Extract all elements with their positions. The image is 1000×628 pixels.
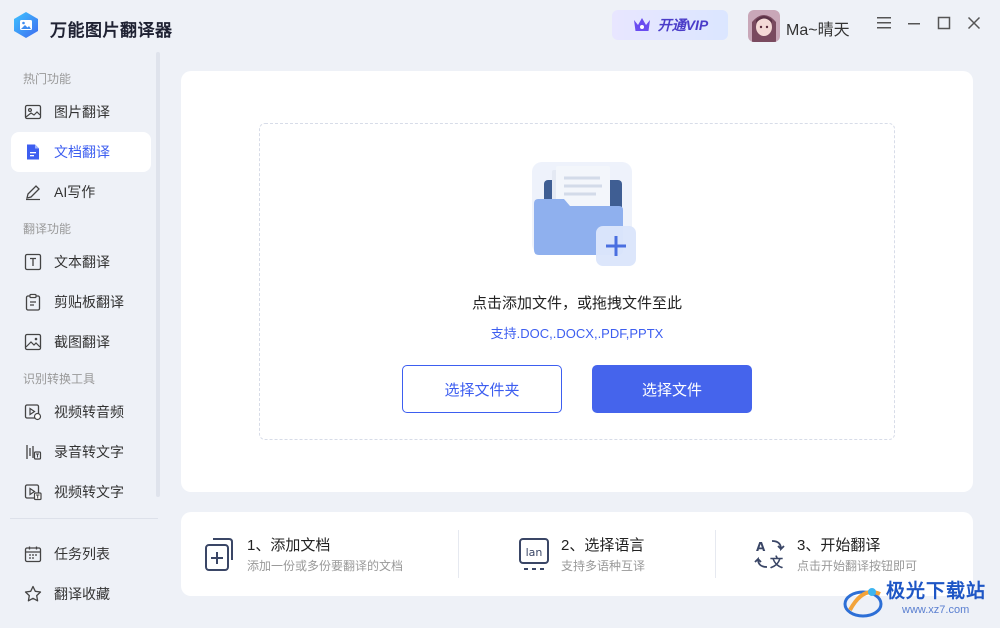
title-bar: 万能图片翻译器 开通VIP Ma~晴天 <box>0 0 1000 52</box>
sidebar-item-label: 任务列表 <box>54 546 110 562</box>
hamburger-icon <box>877 17 891 29</box>
video-audio-icon <box>24 403 42 421</box>
app-logo-icon <box>14 12 38 38</box>
app-title: 万能图片翻译器 <box>50 21 173 40</box>
section-label-translate: 翻译功能 <box>23 222 72 236</box>
add-document-icon <box>205 538 233 571</box>
section-label-tools: 识别转换工具 <box>23 372 96 386</box>
watermark-logo-icon <box>843 588 883 618</box>
language-icon: lan <box>519 538 549 570</box>
open-vip-button[interactable]: 开通VIP <box>612 10 728 40</box>
sidebar-item-ai-writing[interactable]: AI写作 <box>11 172 151 212</box>
maximize-button[interactable] <box>933 12 955 34</box>
svg-text:文: 文 <box>770 555 784 571</box>
document-icon <box>24 143 42 161</box>
step-add-document: 1、添加文档 添加一份或多份要翻译的文档 <box>203 512 433 596</box>
sidebar-item-screenshot-translate[interactable]: 截图翻译 <box>11 322 151 362</box>
sidebar-item-image-translate[interactable]: 图片翻译 <box>11 92 151 132</box>
avatar-image <box>748 10 780 42</box>
star-icon <box>24 585 42 603</box>
image-icon <box>24 103 42 121</box>
folder-add-icon <box>532 162 636 266</box>
sidebar-item-clipboard-translate[interactable]: 剪贴板翻译 <box>11 282 151 322</box>
minimize-icon <box>908 23 920 25</box>
sidebar-scrollbar[interactable] <box>156 52 160 497</box>
minimize-button[interactable] <box>903 12 925 34</box>
translate-icon: A 文 <box>754 540 785 571</box>
sidebar-item-text-translate[interactable]: 文本翻译 <box>11 242 151 282</box>
language-icon-text: lan <box>526 546 543 559</box>
sidebar-item-label: 视频转音频 <box>54 404 124 420</box>
step-title: 3、开始翻译 <box>797 537 881 554</box>
close-button[interactable] <box>963 12 985 34</box>
sidebar-divider <box>10 518 158 519</box>
section-label-hot: 热门功能 <box>23 72 72 86</box>
svg-text:A: A <box>756 540 766 554</box>
select-file-button[interactable]: 选择文件 <box>592 365 752 413</box>
sidebar-item-label: AI写作 <box>54 184 96 200</box>
step-select-language: lan 2、选择语言 支持多语种互译 <box>517 512 717 596</box>
step-desc: 添加一份或多份要翻译的文档 <box>247 559 404 573</box>
sidebar-item-label: 文档翻译 <box>54 144 110 160</box>
video-text-icon <box>24 483 42 501</box>
sidebar-item-label: 录音转文字 <box>54 444 124 460</box>
pen-icon <box>24 183 42 201</box>
screenshot-icon <box>24 333 42 351</box>
recording-icon <box>24 443 42 461</box>
sidebar-item-label: 视频转文字 <box>54 484 124 500</box>
select-folder-button[interactable]: 选择文件夹 <box>402 365 562 413</box>
sidebar-item-task-list[interactable]: 任务列表 <box>11 534 151 574</box>
sidebar-item-video-to-text[interactable]: 视频转文字 <box>11 472 151 512</box>
sidebar-item-label: 文本翻译 <box>54 254 110 270</box>
sidebar-item-label: 翻译收藏 <box>54 586 110 602</box>
watermark-title: 极光下载站 <box>886 581 987 602</box>
watermark: 极光下载站 www.xz7.com <box>842 574 998 626</box>
sidebar-item-favorites[interactable]: 翻译收藏 <box>11 574 151 614</box>
sidebar: 热门功能 图片翻译 文档翻译 AI写作 翻译功能 文本翻译 剪贴板翻译 截图翻译… <box>0 52 162 628</box>
text-icon <box>24 253 42 271</box>
step-desc: 点击开始翻译按钮即可 <box>797 559 918 573</box>
step-title: 1、添加文档 <box>247 537 331 554</box>
step-desc: 支持多语种互译 <box>561 559 646 573</box>
file-drop-zone[interactable]: 点击添加文件，或拖拽文件至此 支持.DOC,.DOCX,.PDF,PPTX 选择… <box>259 123 895 440</box>
sidebar-item-document-translate[interactable]: 文档翻译 <box>11 132 151 172</box>
clipboard-icon <box>24 293 42 311</box>
sidebar-item-video-to-audio[interactable]: 视频转音频 <box>11 392 151 432</box>
username[interactable]: Ma~晴天 <box>786 16 850 40</box>
calendar-icon <box>24 545 42 563</box>
menu-button[interactable] <box>873 12 895 34</box>
close-icon <box>967 16 981 30</box>
vip-label: 开通VIP <box>657 17 709 33</box>
avatar[interactable] <box>748 10 780 42</box>
upload-card: 点击添加文件，或拖拽文件至此 支持.DOC,.DOCX,.PDF,PPTX 选择… <box>181 71 973 492</box>
step-separator <box>715 530 716 578</box>
sidebar-item-label: 图片翻译 <box>54 104 110 120</box>
step-separator <box>458 530 459 578</box>
step-title: 2、选择语言 <box>561 537 645 554</box>
sidebar-item-recording-to-text[interactable]: 录音转文字 <box>11 432 151 472</box>
drop-hint-text: 点击添加文件，或拖拽文件至此 <box>471 295 682 312</box>
crown-icon <box>633 18 650 31</box>
sidebar-item-label: 剪贴板翻译 <box>54 294 124 310</box>
sidebar-item-label: 截图翻译 <box>54 334 110 350</box>
watermark-url: www.xz7.com <box>902 604 970 616</box>
supported-formats-text: 支持.DOC,.DOCX,.PDF,PPTX <box>490 326 664 341</box>
maximize-icon <box>937 16 951 30</box>
